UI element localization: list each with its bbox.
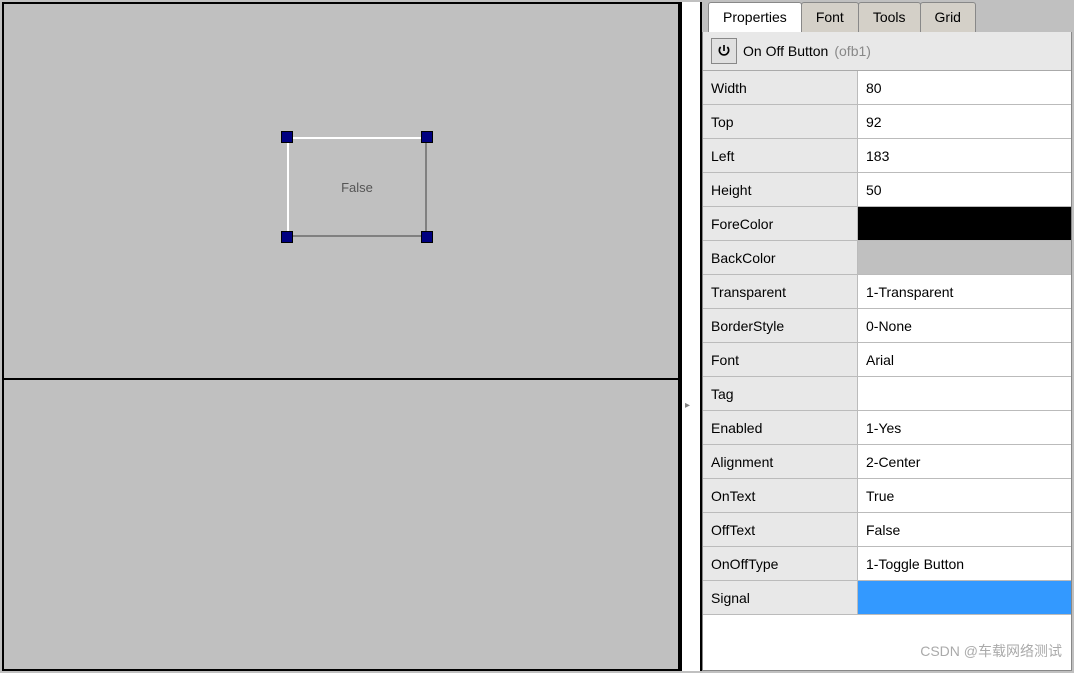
property-value[interactable] <box>858 275 1071 308</box>
property-value[interactable] <box>858 513 1071 546</box>
property-label: Left <box>703 139 858 172</box>
property-input[interactable] <box>866 318 1063 334</box>
property-row: OnOffType <box>703 547 1071 581</box>
tab-bar: Properties Font Tools Grid <box>702 2 1072 32</box>
property-row: Top <box>703 105 1071 139</box>
property-row: Enabled <box>703 411 1071 445</box>
property-value[interactable] <box>858 343 1071 376</box>
power-icon <box>711 38 737 64</box>
property-input[interactable] <box>866 148 1063 164</box>
property-value[interactable] <box>858 411 1071 444</box>
property-input[interactable] <box>866 522 1063 538</box>
property-row: Tag <box>703 377 1071 411</box>
property-row: Transparent <box>703 275 1071 309</box>
property-label: Top <box>703 105 858 138</box>
property-row: Alignment <box>703 445 1071 479</box>
canvas[interactable]: False <box>4 4 678 380</box>
property-row: ForeColor <box>703 207 1071 241</box>
selected-control[interactable]: False <box>287 137 427 237</box>
property-input[interactable] <box>866 80 1063 96</box>
property-input[interactable] <box>866 284 1063 300</box>
resize-handle-tr[interactable] <box>421 131 433 143</box>
property-label: Font <box>703 343 858 376</box>
control-name-label: (ofb1) <box>834 43 871 59</box>
property-value[interactable] <box>858 309 1071 342</box>
properties-panel: Properties Font Tools Grid On Off Button… <box>702 2 1072 671</box>
property-label: Tag <box>703 377 858 410</box>
property-value[interactable] <box>858 105 1071 138</box>
control-header: On Off Button (ofb1) <box>703 32 1071 71</box>
properties-table: WidthTopLeftHeightForeColorBackColorTran… <box>703 71 1071 670</box>
tab-grid[interactable]: Grid <box>920 2 976 32</box>
property-row: Left <box>703 139 1071 173</box>
property-label: OnText <box>703 479 858 512</box>
property-input[interactable] <box>866 352 1063 368</box>
property-label: OnOffType <box>703 547 858 580</box>
splitter[interactable] <box>680 2 702 671</box>
property-input[interactable] <box>866 556 1063 572</box>
property-value[interactable] <box>858 445 1071 478</box>
tab-font[interactable]: Font <box>801 2 859 32</box>
tab-tools[interactable]: Tools <box>858 2 921 32</box>
property-row: BackColor <box>703 241 1071 275</box>
property-value[interactable] <box>858 479 1071 512</box>
resize-handle-tl[interactable] <box>281 131 293 143</box>
property-input[interactable] <box>866 488 1063 504</box>
resize-handle-br[interactable] <box>421 231 433 243</box>
property-value[interactable] <box>858 207 1071 240</box>
property-label: BackColor <box>703 241 858 274</box>
property-value[interactable] <box>858 241 1071 274</box>
property-row: Font <box>703 343 1071 377</box>
property-input[interactable] <box>866 454 1063 470</box>
property-value[interactable] <box>858 377 1071 410</box>
property-value[interactable] <box>858 581 1071 614</box>
property-input[interactable] <box>866 182 1063 198</box>
design-area: False <box>2 2 680 671</box>
property-label: BorderStyle <box>703 309 858 342</box>
property-value[interactable] <box>858 173 1071 206</box>
resize-handle-bl[interactable] <box>281 231 293 243</box>
property-value[interactable] <box>858 139 1071 172</box>
property-input[interactable] <box>866 114 1063 130</box>
property-label: Enabled <box>703 411 858 444</box>
control-text: False <box>341 180 373 195</box>
property-input[interactable] <box>866 386 1063 402</box>
property-row: Width <box>703 71 1071 105</box>
property-label: ForeColor <box>703 207 858 240</box>
property-value[interactable] <box>858 71 1071 104</box>
property-label: OffText <box>703 513 858 546</box>
property-label: Height <box>703 173 858 206</box>
property-row: OnText <box>703 479 1071 513</box>
property-row: OffText <box>703 513 1071 547</box>
property-value[interactable] <box>858 547 1071 580</box>
property-row: Signal <box>703 581 1071 615</box>
control-type-label: On Off Button <box>743 43 828 59</box>
property-label: Transparent <box>703 275 858 308</box>
property-row: Height <box>703 173 1071 207</box>
property-input[interactable] <box>866 420 1063 436</box>
canvas-secondary[interactable] <box>4 380 678 669</box>
property-label: Alignment <box>703 445 858 478</box>
property-label: Width <box>703 71 858 104</box>
tab-properties[interactable]: Properties <box>708 2 802 32</box>
panel-body: On Off Button (ofb1) WidthTopLeftHeightF… <box>702 32 1072 671</box>
property-label: Signal <box>703 581 858 614</box>
property-row: BorderStyle <box>703 309 1071 343</box>
